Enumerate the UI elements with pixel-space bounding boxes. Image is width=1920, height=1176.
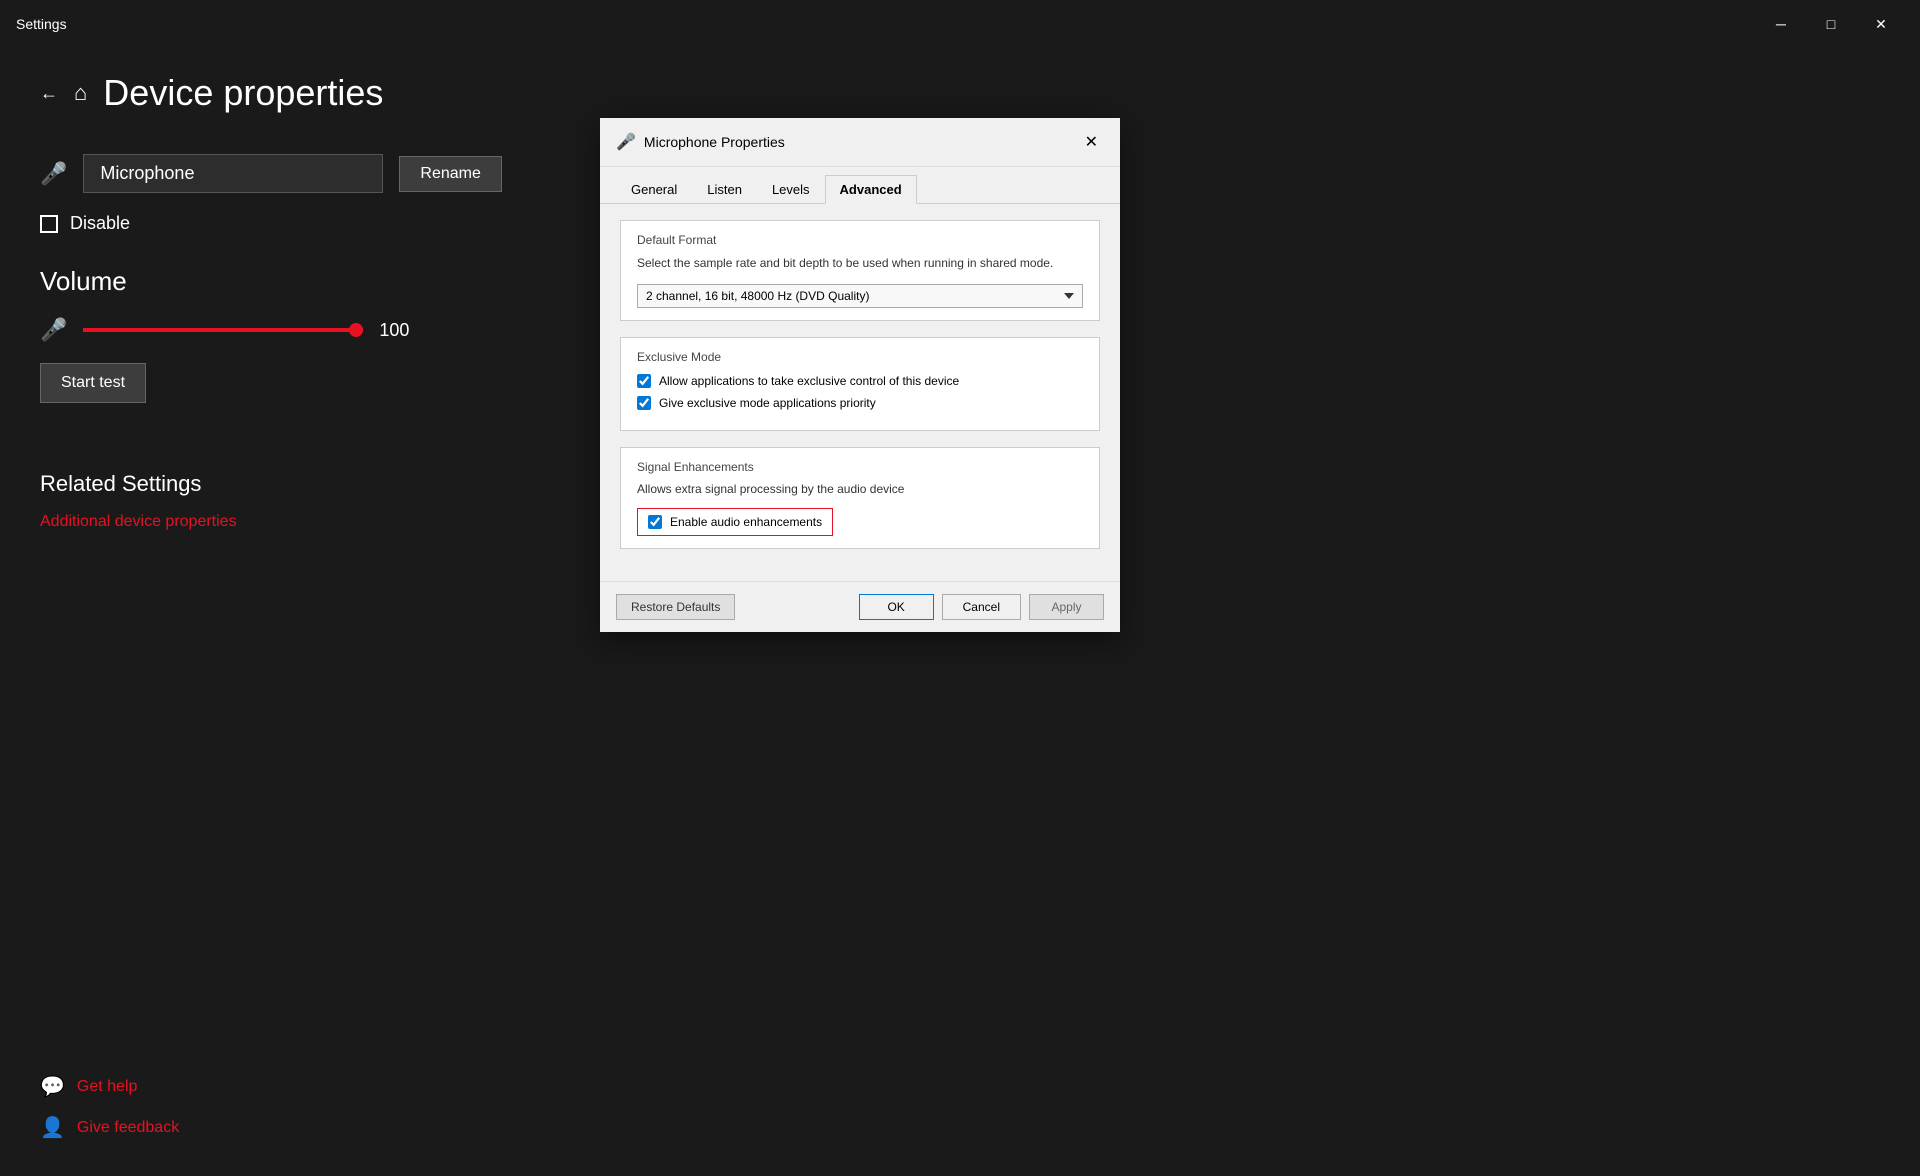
- default-format-section: Default Format Select the sample rate an…: [620, 220, 1100, 321]
- tab-listen[interactable]: Listen: [692, 175, 757, 204]
- cancel-button[interactable]: Cancel: [942, 594, 1021, 620]
- home-icon: ⌂: [74, 80, 87, 106]
- volume-mic-icon: 🎤: [40, 317, 67, 343]
- dialog-tabs: General Listen Levels Advanced: [600, 167, 1120, 204]
- dialog-title: Microphone Properties: [644, 134, 785, 150]
- bottom-links: 💬 Get help 👤 Give feedback: [40, 1074, 179, 1156]
- device-name-input[interactable]: [83, 154, 383, 193]
- enhancement-checkbox-wrapper: Enable audio enhancements: [637, 508, 833, 536]
- default-format-desc: Select the sample rate and bit depth to …: [637, 255, 1083, 272]
- disable-checkbox[interactable]: [40, 215, 58, 233]
- page-title: Device properties: [103, 72, 383, 114]
- exclusive-control-checkbox[interactable]: [637, 374, 651, 388]
- footer-right-buttons: OK Cancel Apply: [859, 594, 1104, 620]
- get-help-item[interactable]: 💬 Get help: [40, 1074, 179, 1099]
- format-select[interactable]: 2 channel, 16 bit, 44100 Hz (CD Quality)…: [637, 284, 1083, 308]
- signal-enhancements-section: Signal Enhancements Allows extra signal …: [620, 447, 1100, 549]
- volume-value: 100: [379, 320, 419, 341]
- maximize-button[interactable]: □: [1808, 8, 1854, 40]
- dialog-mic-icon: 🎤: [616, 132, 636, 152]
- give-feedback-item[interactable]: 👤 Give feedback: [40, 1115, 179, 1140]
- give-feedback-icon: 👤: [40, 1115, 65, 1140]
- minimize-button[interactable]: ─: [1758, 8, 1804, 40]
- tab-levels[interactable]: Levels: [757, 175, 825, 204]
- dialog-close-button[interactable]: ✕: [1079, 130, 1104, 154]
- volume-thumb[interactable]: [349, 323, 363, 337]
- back-icon: ←: [40, 83, 58, 104]
- start-test-button[interactable]: Start test: [40, 363, 146, 403]
- volume-track: [83, 328, 363, 332]
- exclusive-mode-title: Exclusive Mode: [637, 350, 1083, 364]
- exclusive-control-row: Allow applications to take exclusive con…: [637, 374, 1083, 388]
- exclusive-mode-section: Exclusive Mode Allow applications to tak…: [620, 337, 1100, 431]
- back-button[interactable]: ←: [40, 83, 58, 104]
- get-help-icon: 💬: [40, 1074, 65, 1099]
- exclusive-priority-row: Give exclusive mode applications priorit…: [637, 396, 1083, 410]
- apply-button[interactable]: Apply: [1029, 594, 1104, 620]
- dialog-content: Default Format Select the sample rate an…: [600, 204, 1120, 581]
- exclusive-priority-label: Give exclusive mode applications priorit…: [659, 396, 876, 410]
- microphone-icon: 🎤: [40, 161, 67, 187]
- tab-advanced[interactable]: Advanced: [825, 175, 917, 204]
- page-header: ← ⌂ Device properties: [40, 72, 1880, 114]
- disable-label: Disable: [70, 213, 130, 234]
- volume-slider[interactable]: [83, 320, 363, 340]
- get-help-link[interactable]: Get help: [77, 1078, 137, 1096]
- signal-enhancements-title: Signal Enhancements: [637, 460, 1083, 474]
- restore-defaults-button[interactable]: Restore Defaults: [616, 594, 735, 620]
- give-feedback-link[interactable]: Give feedback: [77, 1119, 179, 1137]
- volume-fill: [83, 328, 363, 332]
- microphone-properties-dialog: 🎤 Microphone Properties ✕ General Listen…: [600, 118, 1120, 632]
- app-title: Settings: [16, 16, 67, 32]
- exclusive-control-label: Allow applications to take exclusive con…: [659, 374, 959, 388]
- title-bar-left: Settings: [16, 16, 67, 32]
- close-button[interactable]: ✕: [1858, 8, 1904, 40]
- rename-button[interactable]: Rename: [399, 156, 501, 192]
- exclusive-priority-checkbox[interactable]: [637, 396, 651, 410]
- title-bar: Settings ─ □ ✕: [0, 0, 1920, 48]
- dialog-title-bar: 🎤 Microphone Properties ✕: [600, 118, 1120, 167]
- ok-button[interactable]: OK: [859, 594, 934, 620]
- enable-enhancements-label: Enable audio enhancements: [670, 515, 822, 529]
- enable-enhancements-checkbox[interactable]: [648, 515, 662, 529]
- default-format-title: Default Format: [637, 233, 1083, 247]
- tab-general[interactable]: General: [616, 175, 692, 204]
- title-bar-controls: ─ □ ✕: [1758, 8, 1904, 40]
- dialog-title-left: 🎤 Microphone Properties: [616, 132, 785, 152]
- signal-enhancements-desc: Allows extra signal processing by the au…: [637, 482, 1083, 496]
- dialog-footer: Restore Defaults OK Cancel Apply: [600, 581, 1120, 632]
